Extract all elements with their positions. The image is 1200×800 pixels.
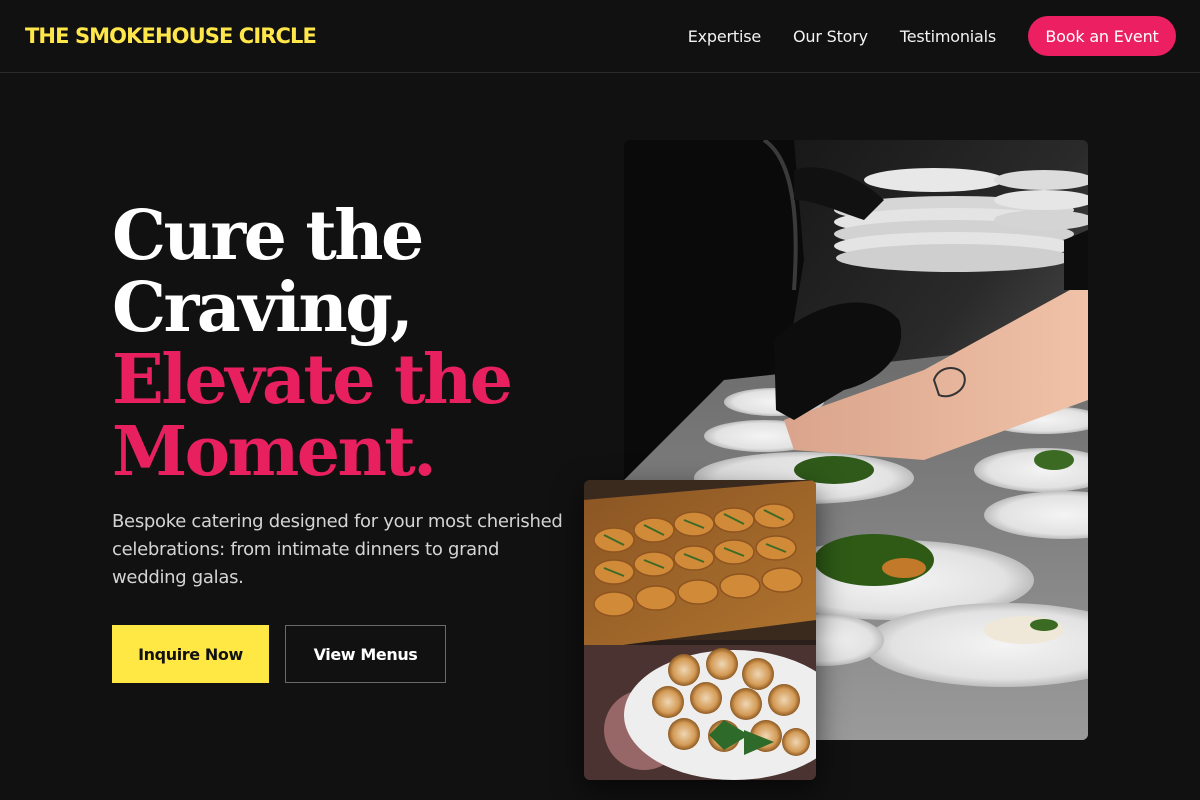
nav-link-our-story[interactable]: Our Story: [793, 27, 868, 46]
hero-subtitle: Bespoke catering designed for your most …: [112, 511, 563, 588]
nav-links: Expertise Our Story Testimonials Book an…: [688, 16, 1176, 56]
navbar: THE SMOKEHOUSE CIRCLE Expertise Our Stor…: [0, 0, 1200, 73]
headline-line-1: Cure the: [112, 196, 424, 276]
headline-line-3: Elevate the: [112, 340, 513, 420]
headline-line-2: Craving,: [112, 268, 414, 348]
pastry-platter-image: [584, 480, 816, 780]
inquire-now-button[interactable]: Inquire Now: [112, 625, 269, 683]
hero-text: Cure the Craving, Elevate the Moment. Be…: [112, 200, 582, 592]
nav-link-expertise[interactable]: Expertise: [688, 27, 761, 46]
brand-logo[interactable]: THE SMOKEHOUSE CIRCLE: [25, 24, 317, 48]
hero-buttons: Inquire Now View Menus: [112, 625, 446, 683]
headline-line-4: Moment.: [112, 412, 437, 492]
view-menus-button[interactable]: View Menus: [285, 625, 446, 683]
book-event-button[interactable]: Book an Event: [1028, 16, 1176, 56]
nav-link-testimonials[interactable]: Testimonials: [900, 27, 996, 46]
hero-headline: Cure the Craving, Elevate the Moment.: [112, 200, 582, 488]
